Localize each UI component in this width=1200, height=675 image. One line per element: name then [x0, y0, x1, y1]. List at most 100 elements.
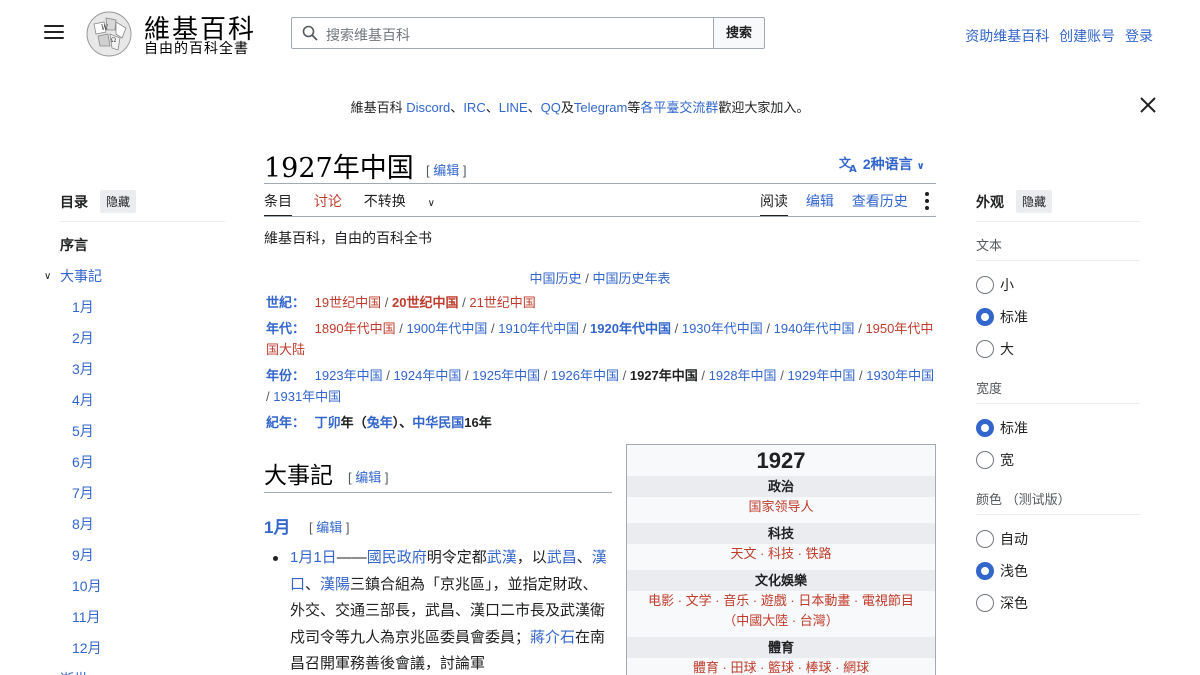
donate-link[interactable]: 资助维基百科 — [965, 28, 1049, 44]
tab-read[interactable]: 阅读 — [760, 193, 788, 217]
toc-item-events[interactable]: ∨ 大事記 — [44, 261, 225, 292]
toc-item-nov[interactable]: 11月 — [60, 602, 225, 633]
toc-hide-button[interactable]: 隐藏 — [100, 190, 137, 213]
radio-selected-icon[interactable] — [976, 308, 994, 326]
china-history-link[interactable]: 中国历史 — [530, 271, 582, 286]
china-timeline-link[interactable]: 中国历史年表 — [592, 271, 670, 286]
toc-item-sep[interactable]: 9月 — [60, 540, 225, 571]
radio-icon[interactable] — [976, 530, 994, 548]
radio-icon[interactable] — [976, 594, 994, 612]
discord-link[interactable]: Discord — [406, 100, 450, 115]
line-link[interactable]: LINE — [499, 100, 528, 115]
toc-item-jun[interactable]: 6月 — [60, 447, 225, 478]
variant-label: 不转换 — [363, 193, 406, 209]
search-input[interactable]: 搜索维基百科 — [291, 17, 714, 49]
decade-link[interactable]: 1910年代中国 — [498, 321, 579, 336]
irc-link[interactable]: IRC — [463, 100, 485, 115]
language-button[interactable]: 文 A 2种语言 ∨ — [839, 154, 925, 175]
infobox-link[interactable]: 国家领导人 — [627, 497, 935, 517]
edit-link[interactable]: 编辑 — [316, 520, 342, 535]
toc-item-aug[interactable]: 8月 — [60, 509, 225, 540]
login-link[interactable]: 登录 — [1125, 28, 1153, 44]
year-link[interactable]: 1925年中国 — [472, 368, 540, 383]
decade-link[interactable]: 1940年代中国 — [774, 321, 855, 336]
color-light[interactable]: 浅色 — [976, 555, 1140, 587]
text-size-standard[interactable]: 标准 — [976, 301, 1140, 333]
toc-item-feb[interactable]: 2月 — [60, 323, 225, 354]
year-link[interactable]: 1924年中国 — [393, 368, 461, 383]
year-link[interactable]: 1931年中国 — [273, 389, 341, 404]
section-edit-link: [ 编辑 ] — [348, 470, 389, 485]
notice-text: 等 — [627, 100, 641, 115]
hanyang-link[interactable]: 漢陽 — [320, 576, 350, 593]
color-auto[interactable]: 自动 — [976, 523, 1140, 555]
tab-talk[interactable]: 讨论 — [314, 193, 342, 209]
roc-link[interactable]: 中华民国 — [412, 415, 464, 430]
search-icon — [302, 25, 318, 41]
tab-article[interactable]: 条目 — [264, 193, 292, 217]
toc-item-dec[interactable]: 12月 — [60, 633, 225, 664]
tab-edit[interactable]: 编辑 — [806, 193, 834, 209]
svg-text:A: A — [849, 164, 857, 173]
chevron-down-icon[interactable]: ∨ — [44, 261, 51, 292]
groups-link[interactable]: 各平臺交流群 — [640, 100, 718, 115]
toc-item-mar[interactable]: 3月 — [60, 354, 225, 385]
telegram-link[interactable]: Telegram — [574, 100, 627, 115]
edit-link[interactable]: 编辑 — [433, 163, 459, 178]
wuhan-link[interactable]: 武漢 — [487, 549, 517, 566]
century-link[interactable]: 19世纪中国 — [315, 295, 381, 310]
year-link[interactable]: 1926年中国 — [551, 368, 619, 383]
ganzhi-link[interactable]: 丁卯 — [315, 415, 341, 430]
century-link[interactable]: 21世纪中国 — [469, 295, 535, 310]
toc-item-apr[interactable]: 4月 — [60, 385, 225, 416]
radio-icon[interactable] — [976, 451, 994, 469]
edit-link[interactable]: 编辑 — [355, 470, 381, 485]
zodiac-link[interactable]: 兔年 — [367, 415, 393, 430]
text-size-large[interactable]: 大 — [976, 333, 1140, 365]
toc-item-may[interactable]: 5月 — [60, 416, 225, 447]
toc-item-oct[interactable]: 10月 — [60, 571, 225, 602]
century-link-current[interactable]: 20世纪中国 — [392, 295, 458, 310]
radio-icon[interactable] — [976, 276, 994, 294]
wuchang-link[interactable]: 武昌 — [547, 549, 577, 566]
toc-item-deaths[interactable]: 逝世 — [60, 664, 225, 675]
main-menu-button[interactable] — [44, 25, 64, 41]
width-standard[interactable]: 标准 — [976, 412, 1140, 444]
tab-history[interactable]: 查看历史 — [852, 193, 908, 209]
text: 明令定都 — [426, 549, 487, 566]
radio-selected-icon[interactable] — [976, 562, 994, 580]
decade-link[interactable]: 1930年代中国 — [682, 321, 763, 336]
infobox-links[interactable]: 电影 · 文学 · 音乐 · 遊戲 · 日本動畫 · 電視節目 — [627, 591, 935, 611]
search-button[interactable]: 搜索 — [713, 17, 765, 49]
year-link[interactable]: 1930年中国 — [866, 368, 934, 383]
year-link[interactable]: 1928年中国 — [709, 368, 777, 383]
toc-item-jan[interactable]: 1月 — [60, 292, 225, 323]
toc-item-intro[interactable]: 序言 — [60, 230, 225, 261]
appearance-hide-button[interactable]: 隐藏 — [1016, 190, 1053, 213]
radio-icon[interactable] — [976, 340, 994, 358]
wikipedia-globe-logo[interactable]: W Ω — [84, 10, 134, 58]
infobox-links[interactable]: （中國大陸 · 台灣） — [627, 611, 935, 631]
decade-link-current[interactable]: 1920年代中国 — [590, 321, 671, 336]
year-link[interactable]: 1923年中国 — [315, 368, 383, 383]
variant-dropdown[interactable]: 不转换 ∨ — [364, 193, 453, 209]
close-icon[interactable] — [1139, 96, 1157, 114]
more-menu-icon[interactable] — [925, 192, 929, 213]
nationalist-gov-link[interactable]: 國民政府 — [367, 549, 427, 566]
width-wide[interactable]: 宽 — [976, 444, 1140, 476]
qq-link[interactable]: QQ — [541, 100, 561, 115]
toc-item-jul[interactable]: 7月 — [60, 478, 225, 509]
radio-label: 小 — [1000, 277, 1014, 293]
decade-link[interactable]: 1890年代中国 — [315, 321, 396, 336]
century-label-text: 世紀 — [266, 295, 293, 310]
radio-selected-icon[interactable] — [976, 419, 994, 437]
create-account-link[interactable]: 创建账号 — [1059, 28, 1115, 44]
text-size-small[interactable]: 小 — [976, 269, 1140, 301]
infobox-links[interactable]: 天文 · 科技 · 铁路 — [627, 544, 935, 564]
decade-link[interactable]: 1900年代中国 — [406, 321, 487, 336]
color-dark[interactable]: 深色 — [976, 587, 1140, 619]
date-link[interactable]: 1月1日 — [290, 549, 337, 566]
year-link[interactable]: 1929年中国 — [787, 368, 855, 383]
infobox-links[interactable]: 體育 · 田球 · 籃球 · 棒球 · 網球 — [627, 658, 935, 675]
chiang-link[interactable]: 蔣介石 — [530, 629, 575, 646]
